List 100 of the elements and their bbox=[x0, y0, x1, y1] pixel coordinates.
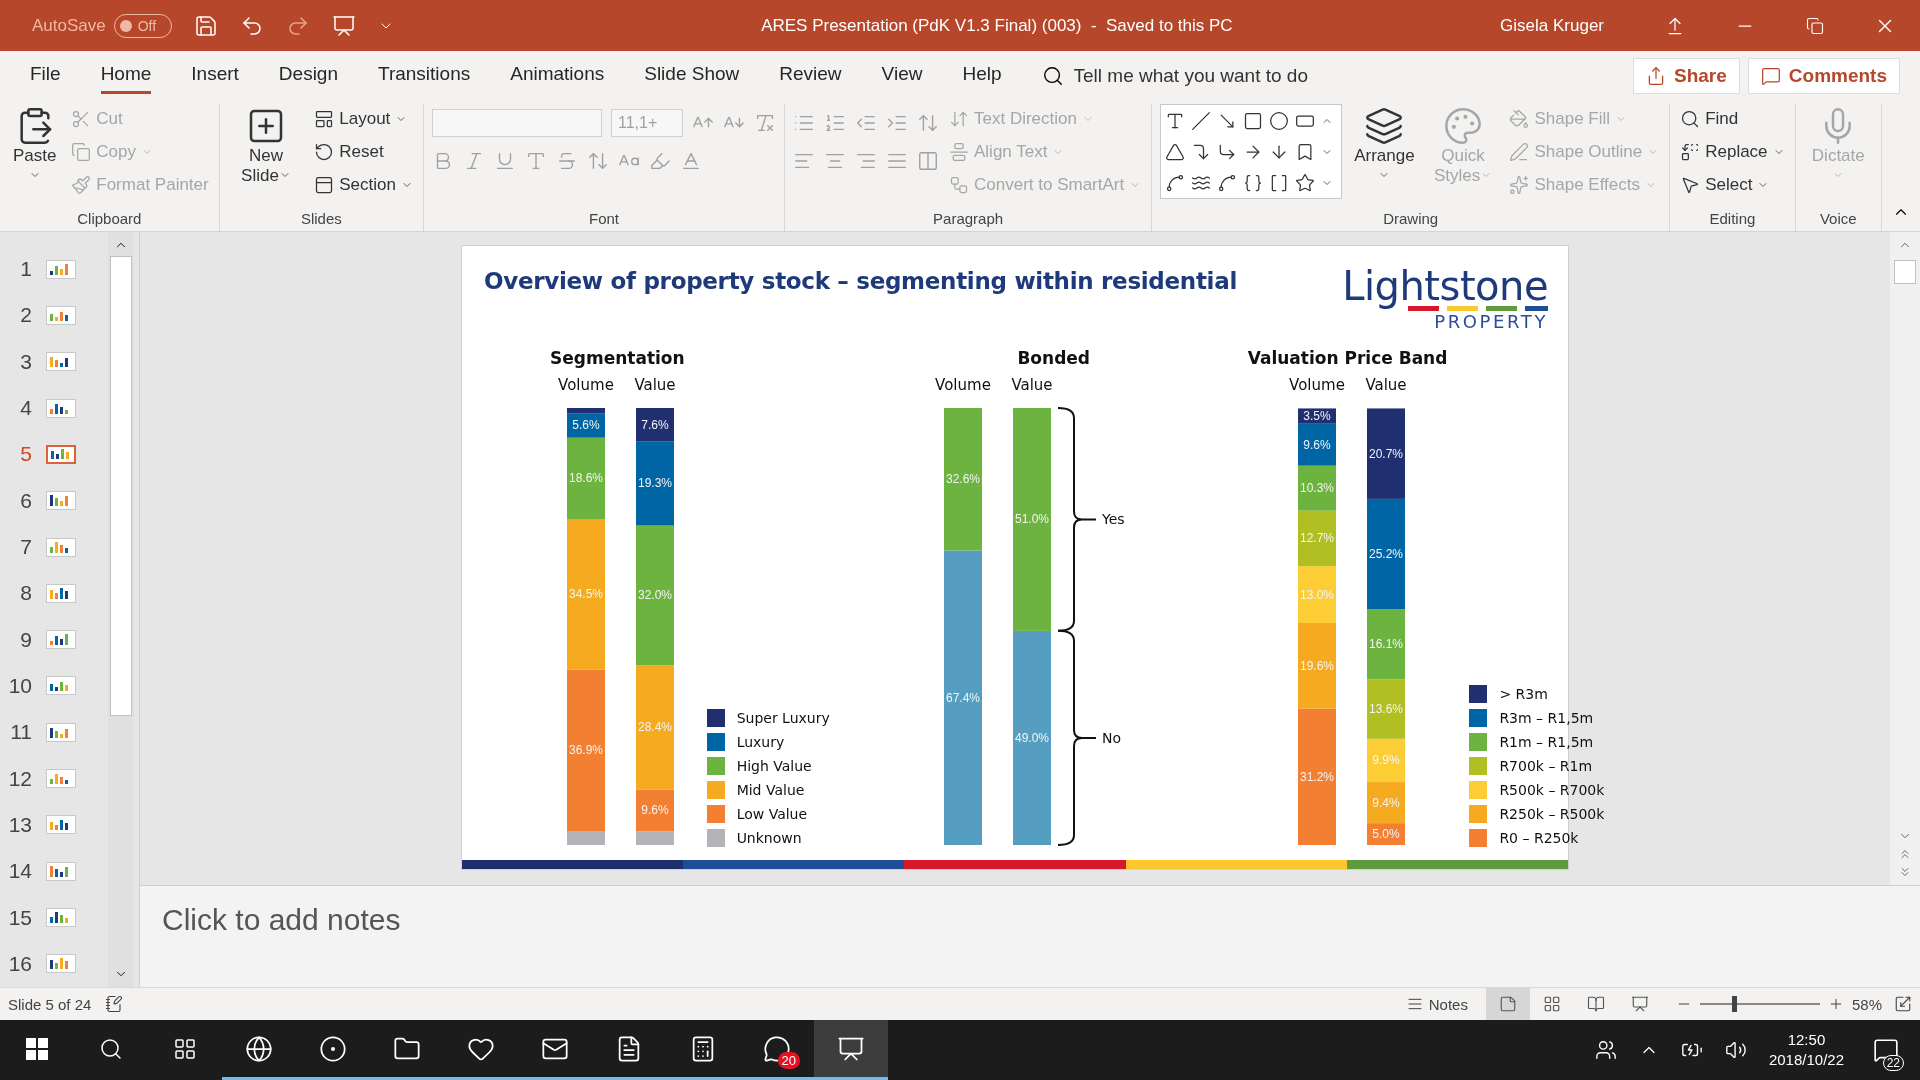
task-view-icon[interactable] bbox=[173, 1036, 197, 1061]
copy-icon bbox=[71, 141, 92, 162]
font-color-icon[interactable] bbox=[680, 150, 702, 172]
ribbon-button[interactable]: Find bbox=[1678, 104, 1787, 133]
scrollbar[interactable] bbox=[1890, 232, 1920, 885]
slide-thumbnail[interactable] bbox=[46, 537, 76, 557]
data-label: 13.6% bbox=[1368, 702, 1403, 717]
zoom-thumb[interactable] bbox=[1731, 996, 1737, 1012]
slide-thumbnail[interactable] bbox=[46, 583, 76, 603]
taskbar-app[interactable] bbox=[814, 1020, 888, 1080]
ribbon-tab[interactable]: View bbox=[881, 57, 923, 94]
search-field[interactable]: Tell me what you want to do bbox=[1071, 63, 1372, 88]
align-text-icon bbox=[949, 141, 969, 162]
rectangle-icon[interactable] bbox=[1243, 110, 1264, 131]
ribbon-tab[interactable]: File bbox=[30, 57, 61, 94]
windows-logo-icon[interactable] bbox=[26, 1037, 48, 1060]
freeform-icon[interactable] bbox=[1165, 172, 1186, 193]
group-label: Paragraph bbox=[932, 210, 1005, 229]
ribbon-button[interactable]: Section bbox=[312, 170, 415, 199]
clock-date[interactable]: 2018/10/22 bbox=[1768, 1050, 1844, 1071]
replace-icon bbox=[1680, 141, 1701, 162]
section-icon bbox=[314, 174, 335, 195]
autosave-label: AutoSave bbox=[32, 15, 106, 36]
category-label: Value bbox=[1011, 376, 1053, 394]
slide-thumbnail[interactable] bbox=[46, 491, 76, 511]
slide-thumbnail[interactable] bbox=[46, 722, 76, 742]
slide-number: 8 bbox=[19, 581, 32, 606]
bracket-label: No bbox=[1101, 729, 1121, 746]
ribbon-tab[interactable]: Insert bbox=[191, 57, 239, 94]
slide-thumbnail[interactable] bbox=[46, 444, 76, 464]
notes-field[interactable]: Click to add notes bbox=[160, 902, 760, 938]
ribbon-button[interactable]: Arrange bbox=[1350, 104, 1419, 189]
ribbon-tab[interactable]: Home bbox=[100, 57, 152, 94]
shapes-gallery[interactable] bbox=[1160, 104, 1343, 199]
ribbon-tab[interactable]: Design bbox=[278, 57, 338, 94]
slide-thumbnail[interactable] bbox=[46, 908, 76, 928]
slide-thumbnail[interactable] bbox=[46, 630, 76, 650]
scroll-thumb[interactable] bbox=[1894, 260, 1916, 284]
triangle-icon[interactable] bbox=[1165, 141, 1186, 162]
notes-icon[interactable] bbox=[105, 995, 124, 1013]
scrollbar[interactable] bbox=[108, 232, 134, 987]
ribbon-button[interactable]: Paste bbox=[8, 104, 62, 189]
ribbon-button[interactable]: Layout bbox=[312, 104, 415, 133]
brace-icon[interactable] bbox=[1243, 172, 1264, 193]
share-button[interactable]: Share bbox=[1633, 57, 1740, 94]
slide-counter: Slide 5 of 24 bbox=[8, 995, 92, 1013]
slide-thumbnail[interactable] bbox=[46, 861, 76, 881]
slide-thumbnail[interactable] bbox=[46, 398, 76, 418]
fit-slide-icon[interactable] bbox=[1894, 995, 1912, 1013]
arc-icon[interactable] bbox=[1217, 172, 1238, 193]
data-label: 25.2% bbox=[1368, 546, 1403, 561]
ribbon-tab[interactable]: Help bbox=[962, 57, 1002, 94]
group-label: Font bbox=[587, 210, 620, 229]
star-icon[interactable] bbox=[1295, 172, 1316, 193]
clock-time[interactable]: 12:50 bbox=[1787, 1029, 1826, 1050]
notification-count: 22 bbox=[1882, 1055, 1904, 1071]
ribbon-tab[interactable]: Review bbox=[779, 57, 842, 94]
data-label: 5.6% bbox=[572, 418, 600, 433]
slide-thumbnail[interactable] bbox=[46, 259, 76, 279]
legend-label: R3m – R1,5m bbox=[1499, 710, 1594, 726]
data-label: 5.0% bbox=[1371, 827, 1400, 842]
notification-badge: 20 bbox=[777, 1052, 800, 1069]
save-icon[interactable] bbox=[193, 13, 218, 38]
ribbon-tab[interactable]: Slide Show bbox=[644, 57, 740, 94]
legend-label: R1m – R1,5m bbox=[1499, 734, 1594, 750]
oval-icon[interactable] bbox=[1269, 110, 1290, 131]
comments-button[interactable]: Comments bbox=[1747, 57, 1900, 94]
circle-icon bbox=[319, 1034, 347, 1063]
search-icon[interactable] bbox=[99, 1036, 123, 1061]
view-button[interactable] bbox=[1485, 988, 1530, 1020]
ribbon-tab[interactable]: Transitions bbox=[378, 57, 471, 94]
pen-icon bbox=[1509, 141, 1530, 162]
line-icon[interactable] bbox=[1191, 110, 1212, 131]
ribbon-button[interactable]: Reset bbox=[312, 137, 415, 166]
slide-thumbnail[interactable] bbox=[46, 769, 76, 789]
slide-thumbnail[interactable] bbox=[46, 676, 76, 696]
volume-icon[interactable] bbox=[1724, 1039, 1747, 1061]
slide-thumbnail[interactable] bbox=[46, 305, 76, 325]
slideshow-icon bbox=[1630, 995, 1649, 1013]
ribbon-tab[interactable]: Animations bbox=[510, 57, 605, 94]
restore-icon[interactable] bbox=[1806, 16, 1824, 35]
slide-number: 15 bbox=[7, 905, 32, 930]
data-label: 19.6% bbox=[1299, 658, 1334, 673]
people-icon[interactable] bbox=[1594, 1039, 1617, 1061]
slide-thumbnail[interactable] bbox=[46, 352, 76, 372]
ribbon-button[interactable]: Select bbox=[1678, 170, 1787, 199]
presentation-icon[interactable] bbox=[331, 13, 356, 38]
data-label: 9.6% bbox=[641, 803, 669, 818]
data-label: 34.5% bbox=[569, 587, 604, 602]
window-title: ARES Presentation (PdK V1.3 Final) (003) - Saved to this PC bbox=[760, 15, 1234, 36]
data-label: 13.0% bbox=[1299, 587, 1334, 602]
notes-button[interactable]: Notes bbox=[1400, 994, 1474, 1014]
globe-icon bbox=[245, 1034, 273, 1063]
slide-thumbnail[interactable] bbox=[46, 815, 76, 835]
slide-thumbnail[interactable] bbox=[46, 954, 76, 974]
ribbon-button[interactable]: Replace bbox=[1678, 137, 1787, 166]
scroll-thumb[interactable] bbox=[110, 256, 132, 716]
zoom-level[interactable]: 58% bbox=[1851, 995, 1882, 1013]
smartart-icon bbox=[949, 174, 969, 195]
ribbon-button[interactable]: New Slide bbox=[227, 104, 305, 189]
